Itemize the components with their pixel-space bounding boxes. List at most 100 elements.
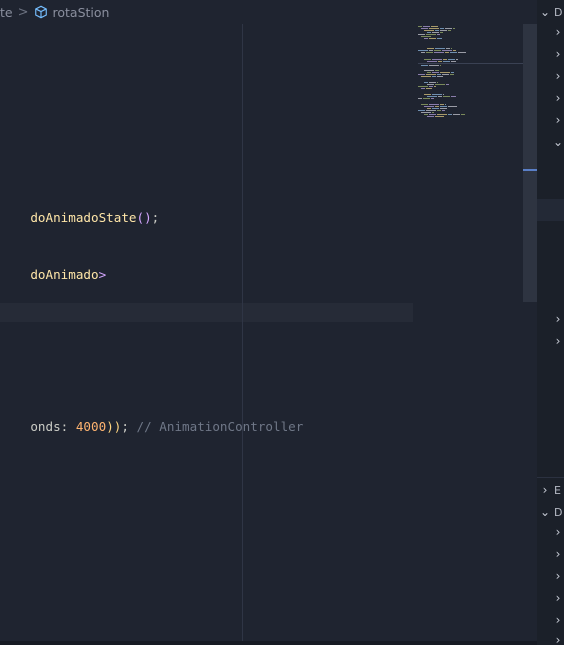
code-token-identifier: doAnimadoState [30, 210, 137, 225]
minimap-code-stroke [423, 26, 430, 27]
minimap-code-stroke [429, 114, 436, 115]
minimap-code-stroke [435, 116, 444, 117]
minimap-code-stroke [435, 106, 439, 107]
minimap-code-stroke [418, 74, 425, 75]
minimap-code-stroke [448, 59, 455, 60]
breadcrumb-item-parent[interactable]: te [0, 5, 13, 20]
tree-item[interactable]: › [552, 331, 564, 351]
chevron-right-icon: › [555, 91, 561, 105]
minimap-code-stroke [446, 84, 449, 85]
code-token-identifier: doAnimado [30, 267, 99, 282]
minimap-code-stroke [440, 32, 443, 33]
minimap-code-stroke [426, 34, 436, 35]
chevron-right-icon: › [555, 525, 561, 539]
section-d-label: D [554, 505, 563, 519]
chevron-right-icon: › [555, 334, 561, 348]
minimap-code-stroke [421, 104, 428, 105]
tree-item[interactable]: › [552, 610, 564, 630]
minimap-code-stroke [458, 52, 466, 53]
minimap-code-stroke [440, 28, 444, 29]
minimap-code-stroke [432, 76, 436, 77]
minimap-code-stroke [451, 96, 456, 97]
minimap-code-stroke [440, 30, 447, 31]
tree-item[interactable]: › [552, 630, 564, 645]
minimap-code-stroke [427, 96, 437, 97]
side-panel-header[interactable]: ⌄ D [539, 2, 563, 22]
minimap-code-stroke [431, 98, 434, 99]
breadcrumb-item-current[interactable]: rotaStion [53, 5, 110, 20]
minimap-code-stroke [426, 88, 432, 89]
tree-item[interactable]: › [552, 588, 564, 608]
code-token-semicolon: ; [151, 210, 160, 225]
minimap-code-stroke [440, 72, 450, 73]
minimap-code-stroke [421, 52, 425, 53]
chevron-down-icon: ⌄ [552, 135, 564, 149]
code-line-state[interactable]: doAnimadoState(); [0, 189, 159, 225]
minimap-code-stroke [427, 84, 434, 85]
minimap-code-stroke [437, 82, 438, 83]
chevron-right-icon: › [555, 547, 561, 561]
minimap-code-stroke [448, 106, 457, 107]
minimap-code-stroke [461, 114, 465, 115]
minimap-code-stroke [440, 65, 441, 66]
minimap-code-stroke [437, 38, 442, 39]
minimap-code-stroke [453, 114, 460, 115]
chevron-right-icon: › [555, 25, 561, 39]
tree-item[interactable]: › [552, 110, 564, 130]
minimap-code-stroke [426, 110, 436, 111]
minimap-code-stroke [418, 34, 425, 35]
side-panel-divider [537, 477, 564, 478]
side-panel-section-e[interactable]: › E [539, 480, 561, 500]
minimap-code-stroke [451, 72, 454, 73]
tree-item[interactable]: › [552, 566, 564, 586]
minimap-code-stroke [456, 59, 458, 60]
code-line-generic[interactable]: doAnimado> [0, 246, 106, 282]
chevron-right-icon: › [555, 591, 561, 605]
minimap-code-stroke [435, 84, 445, 85]
tree-item[interactable]: › [552, 544, 564, 564]
chevron-right-icon: › [555, 312, 561, 326]
code-token-number: 4000 [75, 419, 107, 434]
minimap-code-stroke [451, 61, 456, 62]
tree-item[interactable]: › [552, 22, 564, 42]
minimap-code-stroke [437, 114, 447, 115]
tree-item[interactable]: › [552, 309, 564, 329]
minimap-code-stroke [429, 86, 433, 87]
minimap-code-stroke [429, 104, 439, 105]
minimap[interactable] [418, 24, 523, 144]
minimap-code-stroke [451, 48, 452, 49]
horizontal-scrollbar[interactable] [0, 641, 537, 645]
tree-item[interactable]: › [552, 66, 564, 86]
tree-item[interactable]: › [552, 88, 564, 108]
minimap-code-stroke [418, 86, 428, 87]
vertical-scrollbar-thumb[interactable] [523, 24, 537, 302]
code-line-duration[interactable]: onds: 4000)); // AnimationController [0, 398, 303, 434]
tree-item-expanded[interactable]: ⌄ [552, 132, 564, 152]
section-e-label: E [554, 483, 561, 497]
minimap-code-stroke [424, 59, 431, 60]
vertical-ruler [242, 24, 243, 641]
tree-item[interactable]: › [552, 522, 564, 542]
minimap-code-stroke [435, 70, 439, 71]
minimap-code-stroke [440, 106, 447, 107]
minimap-code-stroke [445, 28, 452, 29]
minimap-code-stroke [434, 52, 444, 53]
minimap-code-stroke [421, 65, 428, 66]
cube-icon [34, 5, 48, 19]
minimap-code-stroke [440, 108, 447, 109]
minimap-code-stroke [434, 86, 436, 87]
minimap-code-stroke [424, 82, 428, 83]
chevron-right-icon: › [555, 569, 561, 583]
side-panel-section-d[interactable]: ⌄ D [539, 502, 563, 522]
minimap-code-stroke [426, 74, 436, 75]
minimap-code-stroke [443, 96, 450, 97]
minimap-code-stroke [442, 110, 445, 111]
current-line-highlight [0, 303, 413, 322]
minimap-code-stroke [442, 50, 452, 51]
minimap-code-stroke [448, 30, 451, 31]
minimap-code-stroke [437, 110, 441, 111]
chevron-right-icon: › [555, 113, 561, 127]
minimap-code-stroke [432, 59, 442, 60]
minimap-code-stroke [421, 88, 425, 89]
tree-item[interactable]: › [552, 44, 564, 64]
